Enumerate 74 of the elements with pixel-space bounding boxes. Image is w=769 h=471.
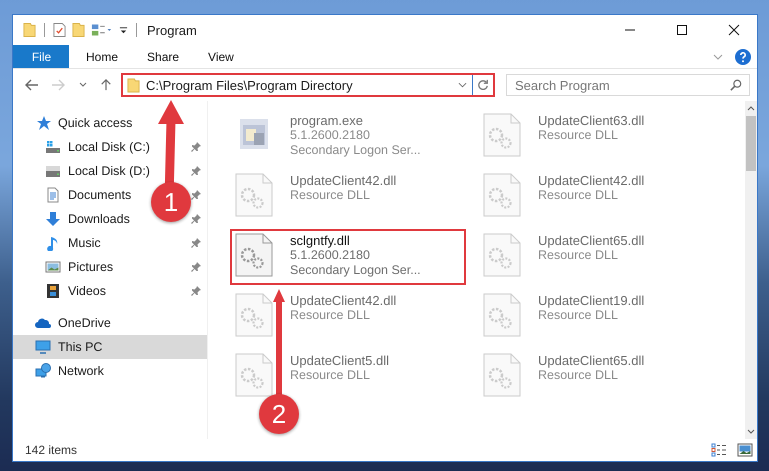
chevron-icon[interactable] (713, 54, 723, 60)
ribbon-tab[interactable]: View (193, 45, 248, 68)
gear-file-icon (234, 233, 274, 277)
download-icon (45, 211, 61, 227)
back-icon[interactable] (25, 79, 39, 91)
pin-icon[interactable] (191, 238, 201, 248)
customize-icon[interactable] (119, 26, 128, 34)
pin-icon[interactable] (191, 286, 201, 296)
recent-icon[interactable] (79, 82, 87, 88)
search-field[interactable]: Search Program (506, 74, 750, 96)
view-options-icon[interactable] (91, 22, 113, 38)
monitor-icon (35, 339, 51, 355)
folder-icon (127, 78, 140, 92)
scroll-up-icon[interactable] (747, 106, 755, 111)
search-icon[interactable] (730, 79, 742, 91)
nav-item[interactable]: Quick access (13, 111, 207, 135)
scrollbar-thumb[interactable] (746, 116, 756, 171)
up-icon[interactable] (99, 79, 113, 91)
nav-item[interactable]: Pictures (13, 255, 118, 279)
maximize-icon[interactable] (676, 24, 688, 36)
gear-file-icon (482, 173, 522, 217)
nav-item[interactable]: This PC (13, 335, 207, 359)
pin-icon[interactable] (191, 166, 201, 176)
file-item[interactable]: UpdateClient42.dll Resource DLL (230, 169, 466, 225)
gear-file-icon (234, 173, 274, 217)
ribbon-tab[interactable]: Share (132, 45, 194, 68)
refresh-icon[interactable] (477, 79, 489, 91)
details-view-icon[interactable] (711, 443, 727, 457)
document-icon (45, 187, 61, 203)
drive-icon (45, 139, 61, 155)
item-count: 142 items (25, 443, 78, 457)
minimize-icon[interactable] (624, 29, 636, 31)
nav-item[interactable]: Documents (13, 183, 136, 207)
file-item[interactable]: program.exe 5.1.2600.2180 Secondary Logon Ser... (230, 109, 466, 165)
pin-icon[interactable] (191, 262, 201, 272)
gear-file-icon (482, 113, 522, 157)
star-icon (35, 115, 51, 131)
nav-item[interactable]: Downloads (13, 207, 134, 231)
address-bar[interactable]: C:\Program Files\Program Directory (121, 73, 495, 97)
nav-item[interactable]: OneDrive (13, 311, 207, 335)
close-icon[interactable] (728, 24, 740, 36)
gear-file-icon (482, 233, 522, 277)
file-item[interactable]: UpdateClient65.dll Resource DLL (478, 349, 714, 405)
nav-item[interactable]: Music (13, 231, 105, 255)
window-title: Program (147, 22, 197, 38)
network-icon (35, 363, 51, 379)
nav-item[interactable]: Network (13, 359, 207, 383)
ribbon-tab[interactable]: Home (71, 45, 132, 68)
file-item[interactable]: UpdateClient42.dll Resource DLL (230, 289, 466, 345)
dropdown-icon[interactable] (458, 82, 467, 88)
image-icon (45, 259, 61, 275)
help-icon[interactable] (735, 48, 751, 64)
nav-item[interactable]: Local Disk (C:) (13, 135, 154, 159)
gear-file-icon (234, 293, 274, 337)
gear-file-icon (482, 293, 522, 337)
large-icons-view-icon[interactable] (737, 443, 753, 457)
nav-item[interactable]: Videos (13, 279, 110, 303)
pin-icon[interactable] (191, 214, 201, 224)
file-item[interactable]: UpdateClient65.dll Resource DLL (478, 229, 714, 285)
file-item[interactable]: UpdateClient63.dll Resource DLL (478, 109, 714, 165)
ribbon-tab[interactable]: File (13, 45, 69, 68)
film-icon (45, 283, 61, 299)
file-item[interactable]: sclgntfy.dll 5.1.2600.2180 Secondary Logon Ser... (230, 229, 466, 285)
gear-file-icon (234, 353, 274, 397)
file-item[interactable]: UpdateClient42.dll Resource DLL (478, 169, 714, 225)
scroll-down-icon[interactable] (747, 429, 755, 434)
checklist-icon[interactable] (53, 22, 66, 38)
pin-icon[interactable] (191, 190, 201, 200)
scrollbar[interactable] (745, 101, 757, 439)
file-item[interactable]: UpdateClient19.dll Resource DLL (478, 289, 714, 345)
pin-icon[interactable] (191, 142, 201, 152)
gear-file-icon (482, 353, 522, 397)
nav-item[interactable]: Local Disk (D:) (13, 159, 154, 183)
drive-icon (45, 163, 61, 179)
